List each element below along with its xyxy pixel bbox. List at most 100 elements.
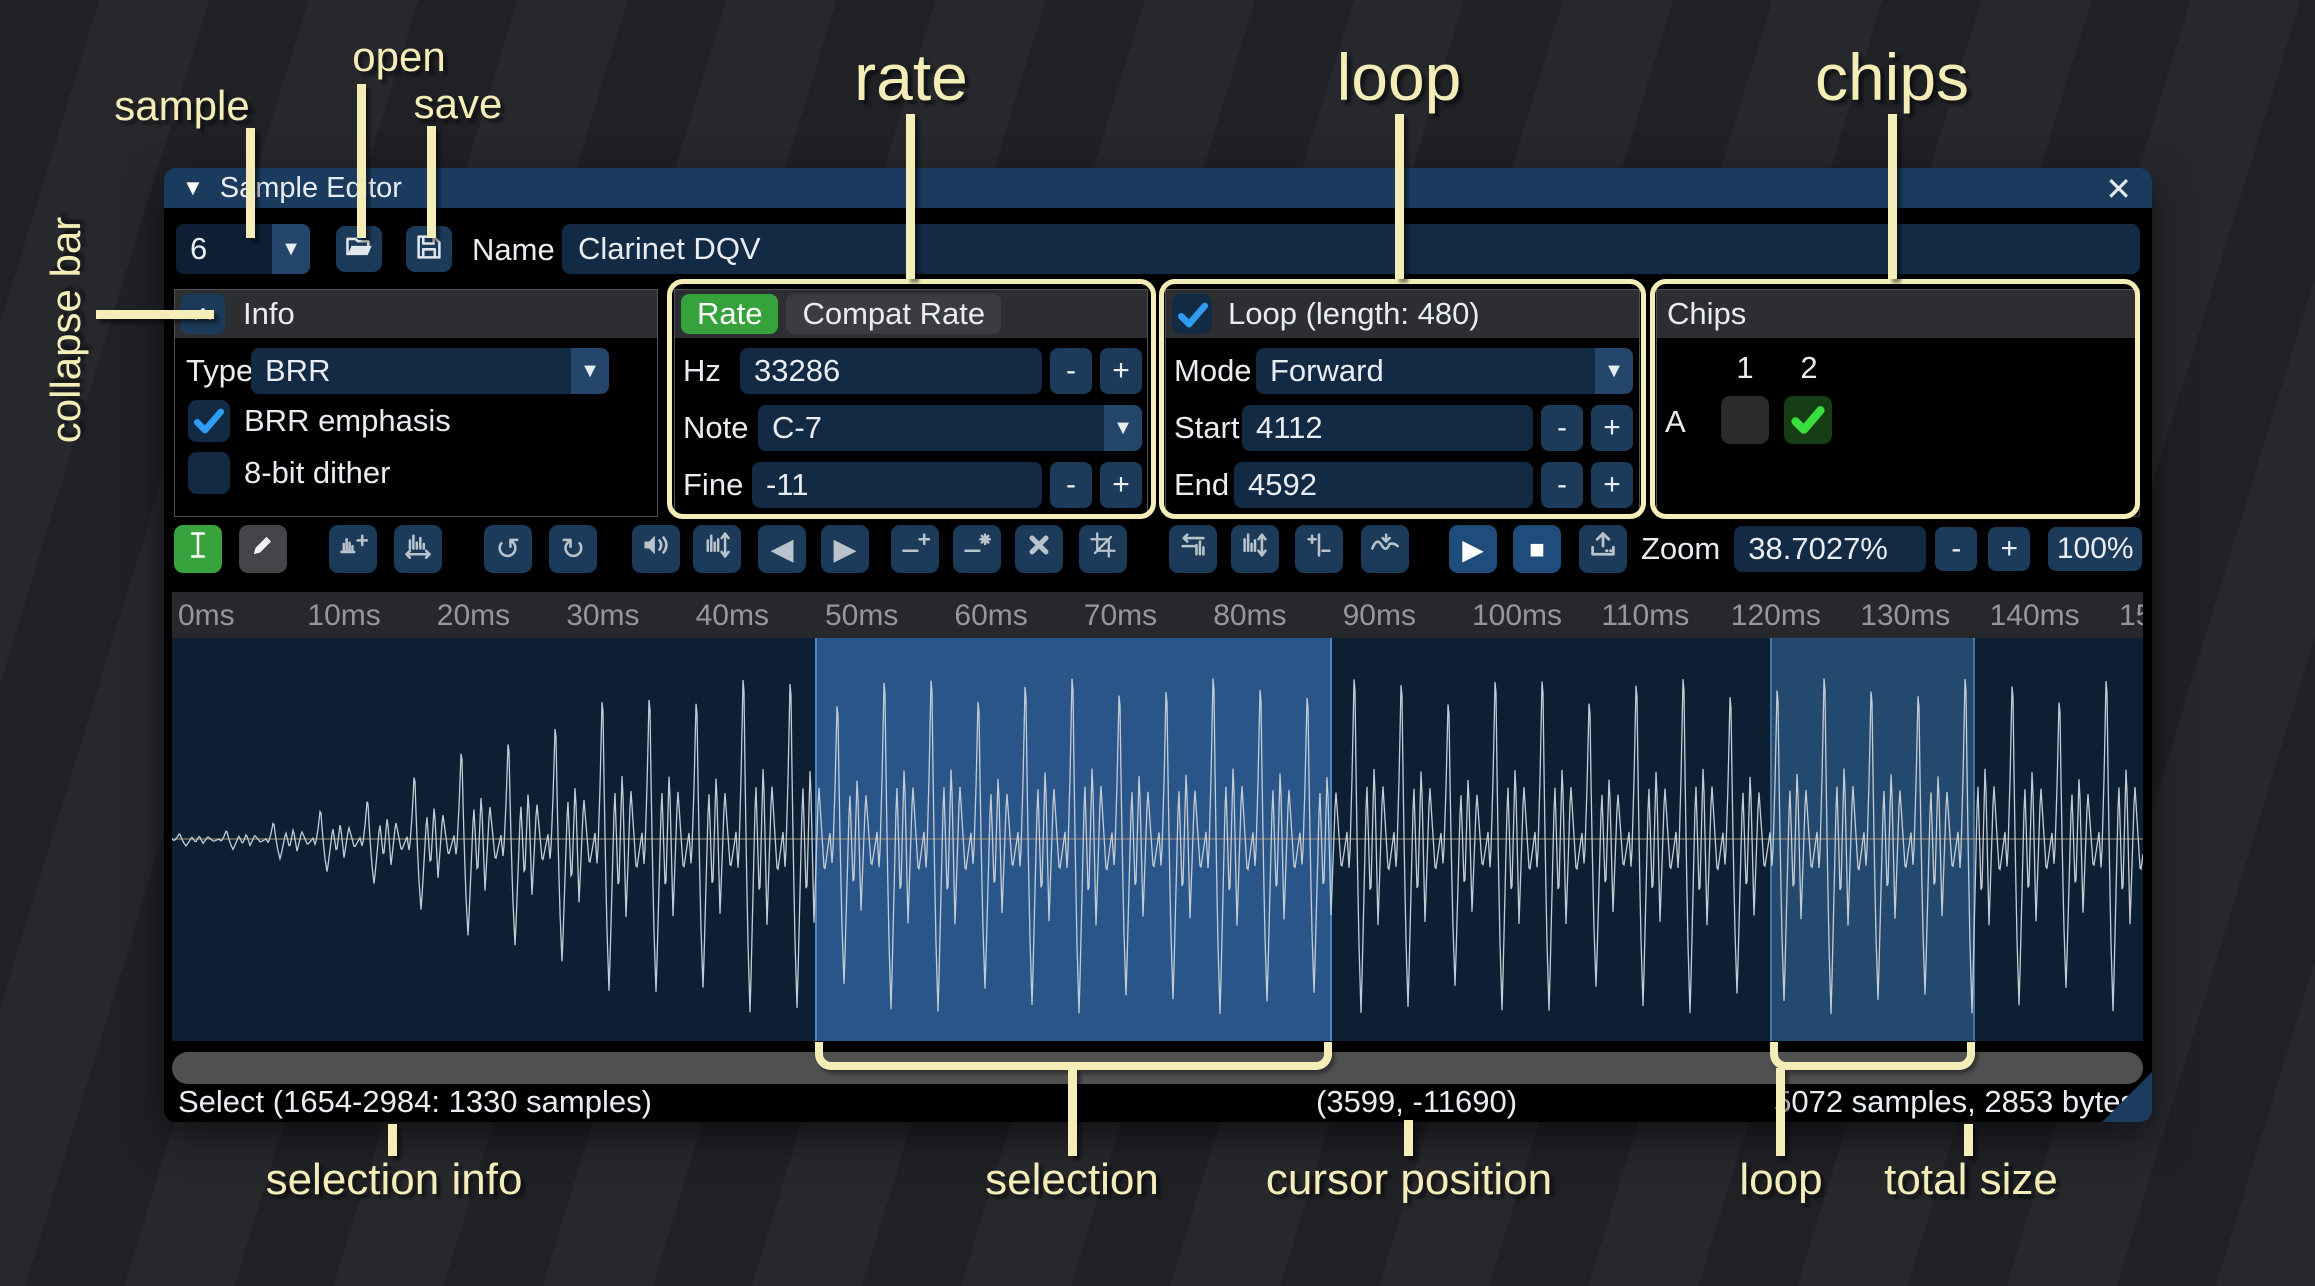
x-delete-icon bbox=[1024, 530, 1054, 568]
annotation-selection: selection bbox=[985, 1155, 1159, 1205]
stop-button[interactable]: ■ bbox=[1513, 525, 1561, 573]
ibeam-cursor-icon bbox=[183, 530, 213, 568]
annotation-bracket-selection bbox=[815, 1042, 1332, 1070]
amplify-button[interactable] bbox=[632, 525, 680, 573]
resample-button[interactable] bbox=[394, 525, 442, 573]
draw-mode-button[interactable] bbox=[239, 525, 287, 573]
play-icon: ▶ bbox=[1462, 533, 1484, 566]
annotation-line-selection-info bbox=[388, 1124, 397, 1156]
ruler-label: 80ms bbox=[1213, 599, 1286, 633]
zoom-in-button[interactable]: + bbox=[1988, 527, 2030, 571]
ruler-label: 30ms bbox=[566, 599, 639, 633]
redo-icon: ↻ bbox=[560, 532, 585, 567]
filter-button[interactable] bbox=[1361, 525, 1409, 573]
timeline-ruler[interactable]: 0ms10ms20ms30ms40ms50ms60ms70ms80ms90ms1… bbox=[172, 592, 2143, 638]
ruler-label: 50ms bbox=[825, 599, 898, 633]
brr-emphasis-checkbox[interactable] bbox=[188, 400, 230, 442]
delete-button[interactable] bbox=[1015, 525, 1063, 573]
annotation-line-save bbox=[427, 126, 436, 238]
zoom-out-button[interactable]: - bbox=[1935, 527, 1977, 571]
annotation-line-sample bbox=[246, 128, 255, 238]
invert-button[interactable] bbox=[1231, 525, 1279, 573]
annotation-bracket-loop bbox=[1770, 1042, 1975, 1070]
dither-label: 8-bit dither bbox=[244, 455, 390, 491]
annotation-line-collapse-bar bbox=[96, 310, 214, 319]
info-title: Info bbox=[243, 296, 295, 332]
waveform-view[interactable] bbox=[172, 638, 2143, 1041]
name-label: Name bbox=[472, 232, 555, 268]
sample-toolbar: ↺ ↻ ◀ ▶ ▶ ■ Zoom 38.7027% - + 100% bbox=[174, 525, 2146, 573]
undo-button[interactable]: ↺ bbox=[484, 525, 532, 573]
annotation-save: save bbox=[414, 80, 503, 128]
annotation-selection-info: selection info bbox=[266, 1155, 523, 1205]
insert-silence-button[interactable] bbox=[891, 525, 939, 573]
annotation-line-loop bbox=[1395, 114, 1404, 279]
info-panel: Info Type BRR ▼ BRR emphasis 8-bit dithe… bbox=[174, 289, 658, 517]
type-dropdown[interactable]: BRR ▼ bbox=[251, 348, 609, 394]
ruler-label: 20ms bbox=[437, 599, 510, 633]
annotation-line-chips bbox=[1888, 114, 1897, 279]
sample-selector[interactable]: 6 ▼ bbox=[176, 224, 310, 274]
ruler-label: 60ms bbox=[954, 599, 1027, 633]
annotation-box-loop bbox=[1159, 279, 1646, 519]
ruler-label: 140ms bbox=[1990, 599, 2080, 633]
brr-emphasis-label: BRR emphasis bbox=[244, 403, 451, 439]
ruler-label: 120ms bbox=[1731, 599, 1821, 633]
ruler-label: 110ms bbox=[1601, 599, 1689, 633]
zoom-label: Zoom bbox=[1641, 531, 1720, 567]
type-label: Type bbox=[186, 353, 253, 389]
apply-silence-button[interactable] bbox=[953, 525, 1001, 573]
fade-in-button[interactable]: ◀ bbox=[758, 525, 806, 573]
plus-minus-icon bbox=[1304, 530, 1334, 568]
sample-name-value: Clarinet DQV bbox=[578, 231, 761, 267]
annotation-rate: rate bbox=[854, 39, 968, 115]
resize-button[interactable] bbox=[329, 525, 377, 573]
window-collapse-icon[interactable]: ▼ bbox=[182, 177, 204, 199]
chevron-down-icon: ▼ bbox=[571, 348, 609, 394]
preview-device-button[interactable] bbox=[1579, 525, 1627, 573]
sample-name-input[interactable]: Clarinet DQV bbox=[562, 224, 2140, 274]
play-button[interactable]: ▶ bbox=[1449, 525, 1497, 573]
type-value: BRR bbox=[251, 348, 571, 394]
upload-tray-icon bbox=[1588, 530, 1618, 568]
crop-icon bbox=[1088, 530, 1118, 568]
annotation-line-rate bbox=[906, 114, 915, 279]
annotation-sample: sample bbox=[114, 82, 249, 130]
window-titlebar[interactable]: ▼ Sample Editor ✕ bbox=[164, 168, 2152, 208]
filter-wave-icon bbox=[1370, 530, 1400, 568]
annotation-cursor-position: cursor position bbox=[1266, 1155, 1552, 1205]
zoom-value: 38.7027% bbox=[1748, 531, 1888, 567]
undo-icon: ↺ bbox=[495, 532, 520, 567]
close-icon[interactable]: ✕ bbox=[2105, 170, 2132, 208]
signed-unsigned-button[interactable] bbox=[1295, 525, 1343, 573]
annotation-loop-bottom: loop bbox=[1739, 1155, 1822, 1205]
annotation-line-total-size bbox=[1964, 1124, 1973, 1156]
annotation-line-open bbox=[357, 84, 366, 238]
annotation-collapse-bar: collapse bar bbox=[42, 217, 90, 443]
annotation-open: open bbox=[352, 33, 445, 81]
annotation-line-loop-bottom bbox=[1776, 1068, 1785, 1156]
ruler-label: 100ms bbox=[1472, 599, 1562, 633]
status-total-size: 5072 samples, 2853 bytes bbox=[1774, 1084, 2136, 1120]
waveform-plus-icon bbox=[338, 530, 368, 568]
redo-button[interactable]: ↻ bbox=[549, 525, 597, 573]
sample-selector-value: 6 bbox=[176, 224, 272, 274]
ruler-label: 0ms bbox=[178, 599, 235, 633]
zoom-reset-button[interactable]: 100% bbox=[2048, 527, 2142, 571]
screenshot-stage: ▼ Sample Editor ✕ 6 ▼ Name Clarinet DQV … bbox=[0, 0, 2315, 1286]
select-mode-button[interactable] bbox=[174, 525, 222, 573]
pencil-icon bbox=[248, 530, 278, 568]
zoom-input[interactable]: 38.7027% bbox=[1734, 526, 1926, 572]
line-plus-icon bbox=[900, 530, 930, 568]
annotation-line-selection bbox=[1068, 1068, 1077, 1156]
dither-checkbox[interactable] bbox=[188, 452, 230, 494]
ruler-label: 10ms bbox=[307, 599, 380, 633]
reverse-button[interactable] bbox=[1169, 525, 1217, 573]
annotation-loop: loop bbox=[1337, 39, 1462, 115]
waveform-plot bbox=[172, 638, 2143, 1041]
normalize-button[interactable] bbox=[693, 525, 741, 573]
chevron-down-icon: ▼ bbox=[272, 224, 310, 274]
trim-button[interactable] bbox=[1079, 525, 1127, 573]
waveform-invert-icon bbox=[1240, 530, 1270, 568]
fade-out-button[interactable]: ▶ bbox=[821, 525, 869, 573]
